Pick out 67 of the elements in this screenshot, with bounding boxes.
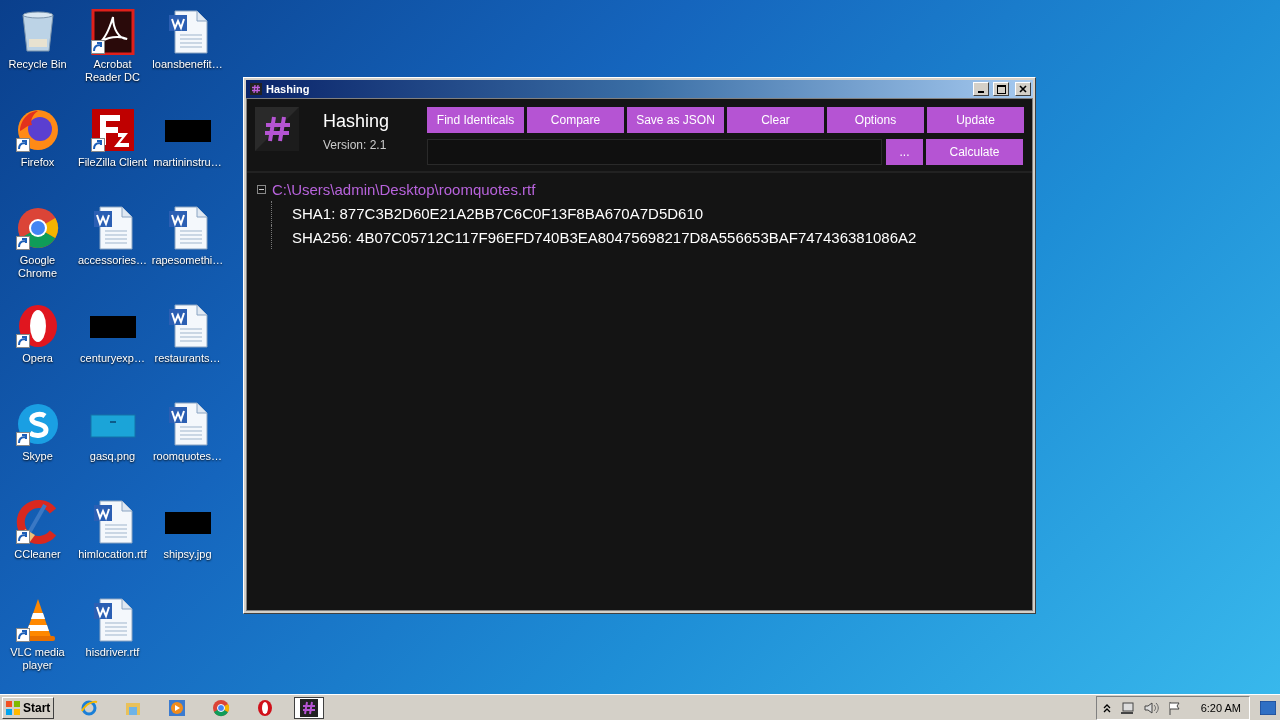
hash-logo-icon <box>255 107 299 151</box>
toolbar-button[interactable]: Update <box>927 107 1024 133</box>
desktop-icon-label[interactable]: shipsy.jpg <box>150 548 225 561</box>
pdf-app-icon[interactable] <box>89 9 136 55</box>
desktop-icon-label[interactable]: CCleaner <box>0 548 75 561</box>
shortcut-arrow-icon <box>90 40 105 54</box>
browse-button[interactable]: ... <box>886 139 923 165</box>
toolbar-button[interactable]: Clear <box>727 107 824 133</box>
flag-icon[interactable] <box>1166 699 1183 716</box>
minimize-button[interactable] <box>973 82 989 96</box>
desktop-icon-label[interactable]: hisdriver.rtf <box>75 646 150 659</box>
file-path[interactable]: C:\Users\admin\Desktop\roomquotes.rtf <box>272 180 536 198</box>
toolbar-button[interactable]: Find Identicals <box>427 107 524 133</box>
shortcut-arrow-icon <box>15 138 30 152</box>
desktop-icon-label[interactable]: gasq.png <box>75 450 150 463</box>
desktop-icon-label[interactable]: FileZilla Client <box>75 156 150 169</box>
desktop-icon-label[interactable]: Opera <box>0 352 75 365</box>
window-title: Hashing <box>266 83 311 95</box>
hash-value[interactable]: SHA256: 4B07C05712C117F96EFD740B3EA80475698217D8A556653BAF747436381086A2 <box>290 228 917 246</box>
toolbar-button[interactable]: Compare <box>527 107 624 133</box>
shortcut-arrow-icon <box>15 530 30 544</box>
shortcut-arrow-icon <box>15 236 30 250</box>
maximize-icon <box>996 84 1006 94</box>
desktop-icon-label[interactable]: roomquotes… <box>150 450 225 463</box>
shortcut-arrow-icon <box>90 138 105 152</box>
desktop-icon-label[interactable]: VLC media player <box>0 646 75 672</box>
shortcut-arrow-icon <box>15 334 30 348</box>
hash-icon <box>300 698 318 717</box>
close-button[interactable] <box>1015 82 1031 96</box>
show-desktop-icon[interactable] <box>1260 700 1276 715</box>
browser-e-icon <box>80 698 98 717</box>
opera-icon <box>256 698 274 717</box>
desktop-icon-label[interactable]: himlocation.rtf <box>75 548 150 561</box>
desktop-icon-label[interactable]: rapesomethi… <box>150 254 225 267</box>
desktop-icon-label[interactable]: Skype <box>0 450 75 463</box>
collapse-icon[interactable] <box>257 184 266 194</box>
shortcut-arrow-icon <box>15 628 30 642</box>
toolbar-button[interactable]: Save as JSON <box>627 107 724 133</box>
version-label: Version: 2.1 <box>323 138 388 152</box>
filezilla-icon[interactable] <box>89 107 136 153</box>
desktop-icon-label[interactable]: centuryexp… <box>75 352 150 365</box>
maximize-button[interactable] <box>993 82 1009 96</box>
shortcut-arrow-icon <box>15 432 30 446</box>
clock[interactable]: 6:20 AM <box>1200 701 1241 714</box>
path-field[interactable] <box>427 139 882 165</box>
toolbar-button[interactable]: Options <box>827 107 924 133</box>
speaker-icon[interactable] <box>1142 699 1159 716</box>
desktop-icon-label[interactable]: loansbenefit… <box>150 58 225 71</box>
windows-flag-icon <box>5 699 21 716</box>
hash-icon <box>250 83 262 95</box>
network-icon[interactable] <box>1118 699 1135 716</box>
app-title: Hashing <box>323 111 391 132</box>
close-icon <box>1019 85 1027 93</box>
desktop-icon-label[interactable]: martininstru… <box>150 156 225 169</box>
desktop-icon-label[interactable]: Acrobat Reader DC <box>75 58 150 84</box>
taskbar-item[interactable] <box>294 696 324 719</box>
desktop-icon-label[interactable]: Google Chrome <box>0 254 75 280</box>
desktop-icon-label[interactable]: Firefox <box>0 156 75 169</box>
desktop-icon-label[interactable]: Recycle Bin <box>0 58 75 71</box>
desktop-icon-label[interactable]: restaurants… <box>150 352 225 365</box>
desktop-icon-label[interactable]: accessories… <box>75 254 150 267</box>
chevron-up-icon[interactable] <box>1102 702 1111 713</box>
calculate-button[interactable]: Calculate <box>926 139 1023 165</box>
start-button[interactable]: Start <box>2 696 54 719</box>
chrome-icon <box>212 698 230 717</box>
hash-value[interactable]: SHA1: 877C3B2D60E21A2BB7C6C0F13F8BA670A7D5D610 <box>290 204 704 222</box>
media-player-icon <box>168 698 186 717</box>
